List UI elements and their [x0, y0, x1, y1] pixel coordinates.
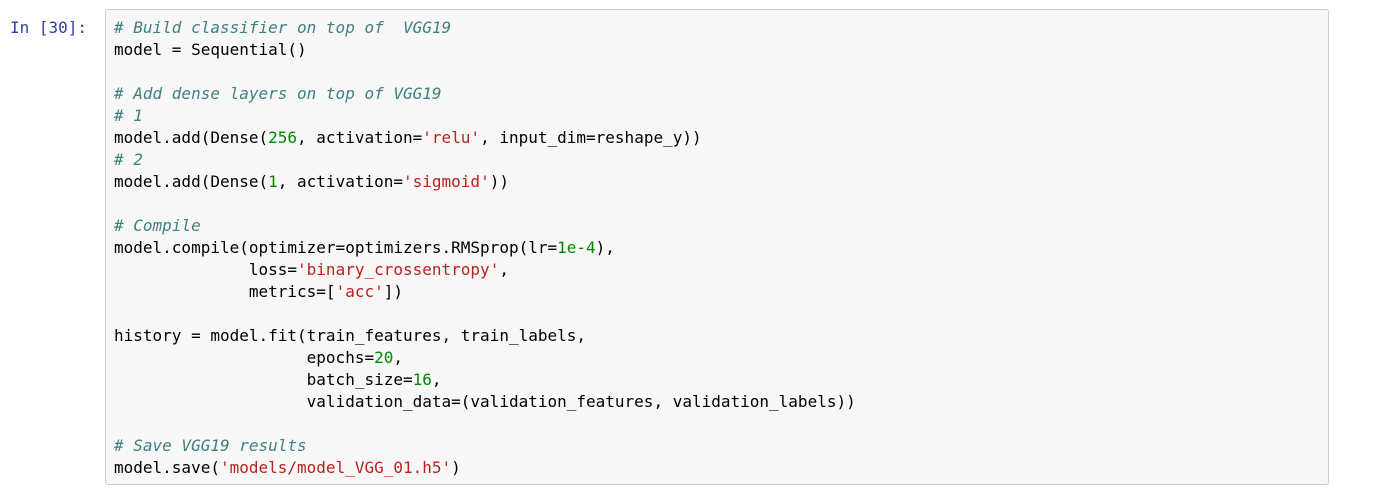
code-token-string: 'acc' — [335, 282, 384, 301]
code-line: loss='binary_crossentropy', — [114, 259, 856, 281]
code-token-number: 256 — [268, 128, 298, 147]
code-editor[interactable]: # Build classifier on top of VGG19 model … — [105, 9, 1329, 485]
code-token-plain: , activation= — [297, 128, 423, 147]
code-token-string: 'sigmoid' — [403, 172, 490, 191]
code-token-plain: model = Sequential() — [114, 40, 307, 59]
code-token-comment: # Add dense layers on top of VGG19 — [114, 84, 442, 103]
code-line: model = Sequential() — [114, 39, 856, 61]
code-line: model.add(Dense(1, activation='sigmoid')… — [114, 171, 856, 193]
code-line: epochs=20, — [114, 347, 856, 369]
code-token-plain: ) — [451, 458, 461, 477]
code-token-string: 'models/model_VGG_01.h5' — [219, 458, 452, 477]
code-token-number: 1 — [268, 172, 278, 191]
code-token-plain: model.save( — [114, 458, 220, 477]
code-token-plain: loss= — [114, 260, 298, 279]
code-line: # Compile — [114, 215, 856, 237]
code-token-string: 'relu' — [422, 128, 481, 147]
code-token-plain: history = model.fit(train_features, trai… — [114, 326, 587, 345]
code-token-plain: model.add(Dense( — [114, 128, 269, 147]
code-line: # Build classifier on top of VGG19 — [114, 17, 856, 39]
code-token-plain: model.compile(optimizer=optimizers.RMSpr… — [114, 238, 558, 257]
code-token-plain: )) — [489, 172, 509, 191]
code-token-plain: , — [499, 260, 509, 279]
input-prompt: In [30]: — [10, 18, 88, 37]
code-token-string: 'binary_crossentropy' — [297, 260, 500, 279]
code-token-number: 16 — [412, 370, 432, 389]
code-token-comment: # 1 — [114, 106, 143, 125]
code-token-plain: ), — [595, 238, 615, 257]
code-token-number: 20 — [374, 348, 394, 367]
code-token-plain: , — [431, 370, 442, 389]
code-token-comment: # Compile — [114, 216, 201, 235]
code-token-plain: , — [393, 348, 403, 367]
code-token-comment: # 2 — [114, 150, 143, 169]
code-line: # Add dense layers on top of VGG19 — [114, 83, 856, 105]
code-line: validation_data=(validation_features, va… — [114, 391, 856, 413]
code-token-plain: batch_size= — [114, 370, 413, 389]
code-token-comment: # Save VGG19 results — [114, 436, 307, 455]
code-line: history = model.fit(train_features, trai… — [114, 325, 856, 347]
code-line: metrics=['acc']) — [114, 281, 856, 303]
code-line: batch_size=16, — [114, 369, 856, 391]
notebook-code-cell: In [30]: # Build classifier on top of VG… — [0, 0, 1400, 493]
code-line: model.compile(optimizer=optimizers.RMSpr… — [114, 237, 856, 259]
code-token-plain: , activation= — [277, 172, 403, 191]
code-line: # Save VGG19 results — [114, 435, 856, 457]
code-token-plain: validation_data=(validation_features, va… — [114, 392, 856, 411]
code-block[interactable]: # Build classifier on top of VGG19 model … — [114, 17, 856, 479]
code-line: model.save('models/model_VGG_01.h5') — [114, 457, 856, 479]
code-token-plain: metrics=[ — [114, 282, 336, 301]
code-token-plain: model.add(Dense( — [114, 172, 269, 191]
code-token-plain: ]) — [383, 282, 403, 301]
code-line: # 2 — [114, 149, 856, 171]
code-token-number: 1e-4 — [557, 238, 596, 257]
code-token-plain: , input_dim=reshape_y)) — [480, 128, 702, 147]
code-line: # 1 — [114, 105, 856, 127]
code-token-plain: epochs= — [114, 348, 375, 367]
code-token-comment: # Build classifier on top of VGG19 — [114, 18, 452, 37]
code-line: model.add(Dense(256, activation='relu', … — [114, 127, 856, 149]
